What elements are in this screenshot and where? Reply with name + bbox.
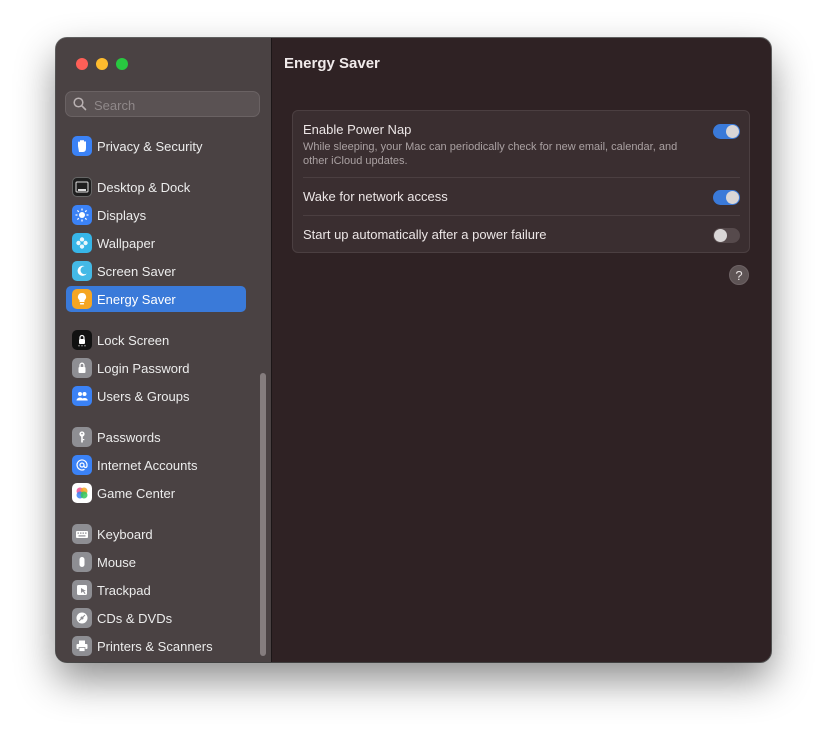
sidebar-item-label: Privacy & Security	[97, 138, 203, 154]
printer-icon	[72, 636, 92, 656]
sidebar-item-label: Trackpad	[97, 582, 151, 598]
sidebar-item-privacy-security[interactable]: Privacy & Security	[66, 133, 246, 159]
sidebar-item-label: Passwords	[97, 429, 161, 445]
sidebar-item-label: Screen Saver	[97, 263, 176, 279]
sidebar-item-displays[interactable]: Displays	[66, 202, 246, 228]
sidebar-scrollbar[interactable]	[260, 373, 266, 656]
game-center-icon	[72, 483, 92, 503]
sidebar-item-label: Game Center	[97, 485, 176, 501]
toggle-knob	[714, 229, 727, 242]
sidebar-item-trackpad[interactable]: Trackpad	[66, 577, 246, 603]
dock-icon	[72, 177, 92, 197]
sidebar-item-wallpaper[interactable]: Wallpaper	[66, 230, 246, 256]
sidebar-item-label: Login Password	[97, 360, 190, 376]
sidebar-item-keyboard[interactable]: Keyboard	[66, 521, 246, 547]
auto-startup-label: Start up automatically after a power fai…	[303, 227, 547, 242]
sidebar-item-label: Desktop & Dock	[97, 179, 191, 195]
sidebar-item-game-center[interactable]: Game Center	[66, 480, 246, 506]
at-icon	[72, 455, 92, 475]
wake-network-row: Wake for network access	[303, 189, 740, 205]
search-field[interactable]	[65, 91, 260, 117]
search-input[interactable]	[92, 95, 256, 115]
users-icon	[72, 386, 92, 406]
moon-icon	[72, 261, 92, 281]
page-title: Energy Saver	[284, 55, 380, 72]
sidebar-item-cds-dvds[interactable]: CDs & DVDs	[66, 605, 246, 631]
sidebar-item-label: Energy Saver	[97, 291, 176, 307]
power-nap-label: Enable Power Nap	[303, 122, 412, 137]
sidebar-item-login-password[interactable]: Login Password	[66, 355, 246, 381]
toggle-knob	[726, 191, 739, 204]
search-icon	[73, 97, 87, 111]
sidebar-item-label: CDs & DVDs	[97, 610, 173, 626]
auto-startup-toggle[interactable]	[713, 228, 740, 243]
auto-startup-row: Start up automatically after a power fai…	[303, 227, 740, 243]
power-nap-row: Enable Power Nap While sleeping, your Ma…	[303, 122, 740, 168]
toggle-knob	[726, 125, 739, 138]
lightbulb-icon	[72, 289, 92, 309]
settings-window: Privacy & Security Desktop & Dock Displa…	[56, 38, 771, 662]
sidebar-item-users-groups[interactable]: Users & Groups	[66, 383, 246, 409]
main-content: Energy Saver Enable Power Nap While slee…	[272, 38, 771, 662]
sidebar-item-label: Wallpaper	[97, 235, 156, 251]
sidebar-item-screen-saver[interactable]: Screen Saver	[66, 258, 246, 284]
mouse-icon	[72, 552, 92, 572]
power-nap-description: While sleeping, your Mac can periodicall…	[303, 141, 678, 167]
wake-network-toggle[interactable]	[713, 190, 740, 205]
window-controls	[76, 58, 128, 70]
wake-network-label: Wake for network access	[303, 189, 448, 204]
key-icon	[72, 427, 92, 447]
sun-icon	[72, 205, 92, 225]
minimize-button[interactable]	[96, 58, 108, 70]
disc-icon	[72, 608, 92, 628]
sidebar-item-internet-accounts[interactable]: Internet Accounts	[66, 452, 246, 478]
sidebar-item-desktop-dock[interactable]: Desktop & Dock	[66, 174, 246, 200]
energy-settings-group: Enable Power Nap While sleeping, your Ma…	[292, 110, 750, 253]
sidebar-item-label: Internet Accounts	[97, 457, 198, 473]
padlock-icon	[72, 358, 92, 378]
power-nap-toggle[interactable]	[713, 124, 740, 139]
sidebar-item-label: Mouse	[97, 554, 137, 570]
sidebar-item-label: Lock Screen	[97, 332, 170, 348]
help-button[interactable]: ?	[729, 265, 749, 285]
lock-icon	[72, 330, 92, 350]
zoom-button[interactable]	[116, 58, 128, 70]
sidebar-item-label: Displays	[97, 207, 147, 223]
trackpad-icon	[72, 580, 92, 600]
flower-icon	[72, 233, 92, 253]
sidebar-item-passwords[interactable]: Passwords	[66, 424, 246, 450]
keyboard-icon	[72, 524, 92, 544]
sidebar: Privacy & Security Desktop & Dock Displa…	[56, 38, 272, 662]
sidebar-item-label: Users & Groups	[97, 388, 190, 404]
sidebar-item-printers-scanners[interactable]: Printers & Scanners	[66, 633, 246, 659]
sidebar-item-label: Printers & Scanners	[97, 638, 213, 654]
sidebar-item-energy-saver[interactable]: Energy Saver	[66, 286, 246, 312]
sidebar-item-label: Keyboard	[97, 526, 153, 542]
divider	[303, 215, 740, 216]
sidebar-item-mouse[interactable]: Mouse	[66, 549, 246, 575]
sidebar-item-lock-screen[interactable]: Lock Screen	[66, 327, 246, 353]
close-button[interactable]	[76, 58, 88, 70]
hand-icon	[72, 136, 92, 156]
divider	[303, 177, 740, 178]
